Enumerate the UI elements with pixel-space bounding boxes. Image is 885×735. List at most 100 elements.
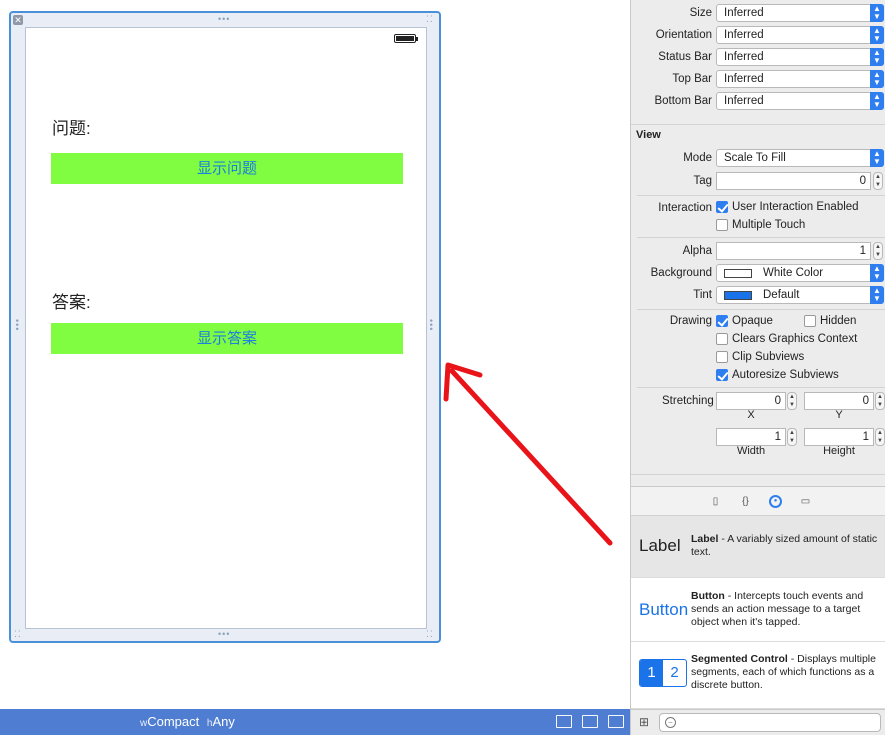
corner-handle-bl[interactable]: ⁚⁚ (14, 630, 22, 639)
status-bar-popup[interactable]: Inferred ▲ ▼ (716, 48, 884, 66)
opaque-label: Opaque (732, 315, 773, 327)
stretch-width-stepper[interactable]: ▲ ▼ (787, 428, 797, 446)
clears-graphics-label: Clears Graphics Context (732, 333, 858, 345)
multiple-touch-label: Multiple Touch (732, 219, 806, 231)
segment-1: 1 (640, 660, 663, 686)
orientation-popup[interactable]: Inferred ▲ ▼ (716, 26, 884, 44)
popup-arrows-icon: ▲ ▼ (870, 286, 884, 304)
width-class-prefix: w (140, 718, 148, 729)
bottom-bar-label: Bottom Bar (654, 95, 712, 107)
button-item-description: Button - Intercepts touch events and sen… (691, 590, 880, 629)
stretch-x-stepper[interactable]: ▲ ▼ (787, 392, 797, 410)
tag-field[interactable]: 0 (716, 172, 871, 190)
label-item-icon: Label (639, 536, 681, 555)
alpha-row: Alpha 1 ▲ ▼ (631, 241, 885, 261)
stretch-height-field[interactable]: 1 (804, 428, 874, 446)
top-bar-row: Top Bar Inferred ▲ ▼ (631, 69, 885, 89)
scene-close-icon[interactable]: ✕ (13, 15, 23, 25)
popup-arrows-icon: ▲ ▼ (870, 70, 884, 88)
section-divider (637, 195, 885, 196)
align-icon[interactable] (556, 715, 572, 728)
multiple-touch-checkbox[interactable] (716, 219, 728, 231)
stretch-width-value: 1 (774, 431, 781, 443)
stretch-x-field[interactable]: 0 (716, 392, 786, 410)
width-class-value: Compact (147, 714, 200, 729)
tint-color-swatch (724, 291, 752, 300)
tag-stepper[interactable]: ▲ ▼ (873, 172, 883, 190)
section-divider (637, 237, 885, 238)
resolve-icon[interactable] (608, 715, 624, 728)
user-interaction-checkbox[interactable] (716, 201, 728, 213)
hidden-label: Hidden (820, 315, 857, 327)
top-resize-handle[interactable]: ••• (218, 15, 230, 24)
segmented-control-item-title: Segmented Control (691, 653, 788, 665)
top-bar-value: Inferred (724, 73, 764, 85)
bottom-resize-handle[interactable]: ••• (218, 630, 230, 639)
red-arrow-annotation (443, 362, 613, 546)
corner-handle-tr[interactable]: ⁚⁚ (426, 15, 434, 24)
code-snippet-icon[interactable]: {} (739, 495, 752, 508)
show-question-button[interactable]: 显示问题 (51, 153, 403, 184)
segmented-control-item-description: Segmented Control - Displays multiple se… (691, 653, 880, 692)
mode-value: Scale To Fill (724, 152, 786, 164)
mode-label: Mode (683, 152, 712, 164)
hidden-checkbox[interactable] (804, 315, 816, 327)
button-item-icon: Button (639, 600, 689, 619)
media-library-icon[interactable]: ▭ (799, 495, 812, 508)
stretch-x-label: X (747, 409, 755, 421)
bottom-bar-popup[interactable]: Inferred ▲ ▼ (716, 92, 884, 110)
size-class-control[interactable]: wCompact hAny (140, 714, 235, 729)
clears-graphics-checkbox[interactable] (716, 333, 728, 345)
height-class-value: Any (212, 714, 235, 729)
tint-row: Tint Default ▲ ▼ (631, 285, 885, 305)
view-controller-scene[interactable]: ✕ ••• ⁚⁚ ••• ••• ••• ⁚⁚ ⁚⁚ 问题: 显示问题 答案: … (9, 11, 441, 643)
grid-view-icon[interactable]: ⊞ (639, 716, 652, 729)
background-value: White Color (763, 267, 824, 279)
stretching-label: Stretching (662, 395, 714, 407)
library-filter-field[interactable]: – (659, 713, 881, 732)
stretch-width-field[interactable]: 1 (716, 428, 786, 446)
stretch-x-value: 0 (774, 395, 781, 407)
segment-2: 2 (670, 664, 679, 681)
mode-popup[interactable]: Scale To Fill ▲ ▼ (716, 149, 884, 167)
label-item-description: Label - A variably sized amount of stati… (691, 533, 880, 559)
stretch-height-stepper[interactable]: ▲ ▼ (875, 428, 885, 446)
file-template-icon[interactable]: ▯ (709, 495, 722, 508)
stretch-y-label: Y (835, 409, 843, 421)
alpha-stepper[interactable]: ▲ ▼ (873, 242, 883, 260)
clip-subviews-checkbox[interactable] (716, 351, 728, 363)
stretch-y-stepper[interactable]: ▲ ▼ (875, 392, 885, 410)
height-class-prefix: h (206, 718, 213, 729)
alpha-value: 1 (859, 245, 866, 257)
top-bar-popup[interactable]: Inferred ▲ ▼ (716, 70, 884, 88)
background-popup[interactable]: White Color ▲ ▼ (716, 264, 884, 282)
section-divider (637, 387, 885, 388)
alpha-field[interactable]: 1 (716, 242, 871, 260)
library-filter-bar: ⊞ – (631, 709, 885, 735)
pin-icon[interactable] (582, 715, 598, 728)
orientation-value: Inferred (724, 29, 764, 41)
popup-arrows-icon: ▲ ▼ (870, 149, 884, 167)
device-view[interactable]: 问题: 显示问题 答案: 显示答案 (25, 27, 427, 629)
right-resize-handle[interactable]: ••• (426, 319, 436, 331)
size-popup[interactable]: Inferred ▲ ▼ (716, 4, 884, 22)
library-item-button[interactable]: Button Button - Intercepts touch events … (631, 578, 885, 642)
autoresize-checkbox[interactable] (716, 369, 728, 381)
stretch-y-field[interactable]: 0 (804, 392, 874, 410)
answer-label[interactable]: 答案: (52, 288, 91, 313)
section-divider (637, 309, 885, 310)
show-answer-button[interactable]: 显示答案 (51, 323, 403, 354)
library-item-label[interactable]: Label Label - A variably sized amount of… (631, 516, 885, 578)
library-item-segmented-control[interactable]: 12 Segmented Control - Displays multiple… (631, 642, 885, 709)
corner-handle-br[interactable]: ⁚⁚ (426, 630, 434, 639)
tint-label: Tint (693, 289, 712, 301)
storyboard-canvas: ✕ ••• ⁚⁚ ••• ••• ••• ⁚⁚ ⁚⁚ 问题: 显示问题 答案: … (0, 0, 630, 709)
left-resize-handle[interactable]: ••• (12, 319, 22, 331)
opaque-checkbox[interactable] (716, 315, 728, 327)
stretch-width-label: Width (736, 445, 766, 457)
question-label[interactable]: 问题: (52, 114, 91, 139)
popup-arrows-icon: ▲ ▼ (870, 92, 884, 110)
tint-popup[interactable]: Default ▲ ▼ (716, 286, 884, 304)
mode-row: Mode Scale To Fill ▲ ▼ (631, 148, 885, 168)
object-library-icon[interactable]: ● (769, 495, 782, 508)
